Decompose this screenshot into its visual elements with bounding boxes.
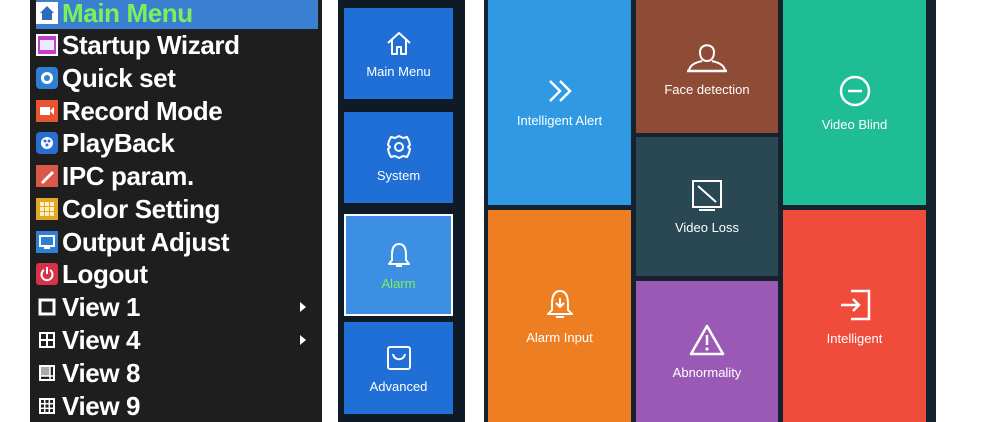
menu-item-startup-wizard[interactable]: Startup Wizard — [36, 29, 318, 61]
tile-intelligent[interactable]: Intelligent — [783, 210, 926, 422]
nav-item-label: Main Menu — [366, 64, 431, 79]
menu-item-label: Startup Wizard — [62, 29, 240, 60]
power-icon — [36, 263, 58, 285]
ipc-param-icon — [36, 165, 58, 187]
menu-item-label: Main Menu — [62, 0, 193, 28]
warning-icon — [689, 324, 725, 356]
alarm-input-icon — [546, 289, 573, 318]
tile-label: Intelligent — [826, 330, 883, 346]
menu-item-label: View 1 — [62, 291, 141, 322]
menu-item-label: View 4 — [62, 324, 141, 355]
wizard-icon — [36, 34, 58, 56]
nav-item-main-menu[interactable]: Main Menu — [344, 8, 453, 99]
menu-item-record-mode[interactable]: Record Mode — [36, 95, 318, 127]
tile-label: Face detection — [664, 82, 750, 97]
menu-item-view-8[interactable]: View 8 — [36, 357, 318, 389]
nav-item-label: Alarm — [381, 275, 416, 291]
record-icon — [36, 100, 58, 122]
tile-label: Alarm Input — [526, 329, 593, 345]
tile-abnormality[interactable]: Abnormality — [636, 281, 778, 422]
submenu-arrow-icon — [300, 335, 306, 345]
menu-item-label: Record Mode — [62, 95, 223, 126]
nav-item-label: Advanced — [369, 378, 428, 394]
menu-item-label: Output Adjust — [62, 226, 230, 257]
menu-item-logout[interactable]: Logout — [36, 258, 318, 290]
menu-item-view-9[interactable]: View 9 — [36, 390, 318, 422]
menu-item-label: PlayBack — [62, 127, 175, 158]
gear-icon — [386, 135, 411, 159]
minus-circle-icon — [839, 75, 870, 107]
submenu-arrow-icon — [300, 302, 306, 312]
menu-item-playback[interactable]: PlayBack — [36, 127, 318, 159]
menu-item-label: Logout — [62, 258, 148, 289]
menu-item-quick-set[interactable]: Quick set — [36, 62, 318, 94]
view-4-icon — [36, 329, 58, 351]
nav-item-system[interactable]: System — [344, 112, 453, 203]
view-1-icon — [36, 296, 58, 318]
menu-item-main-menu[interactable]: Main Menu — [36, 0, 318, 29]
tile-face-detection[interactable]: Face detection — [636, 0, 778, 133]
tile-intelligent-alert[interactable]: Intelligent Alert — [488, 0, 631, 205]
nav-item-alarm[interactable]: Alarm — [344, 214, 453, 316]
tile-label: Video Blind — [821, 117, 888, 132]
color-setting-icon — [36, 198, 58, 220]
menu-item-view-4[interactable]: View 4 — [36, 324, 318, 356]
menu-item-label: Color Setting — [62, 193, 221, 224]
main-menu-panel: Main Menu Startup Wizard Quick set Recor… — [30, 0, 322, 422]
double-chevron-icon — [548, 80, 572, 102]
category-nav: Main Menu System Alarm Advanced — [338, 0, 465, 422]
bag-icon — [386, 345, 411, 370]
nav-item-label: System — [376, 168, 421, 183]
tile-label: Abnormality — [672, 365, 742, 380]
menu-item-label: View 8 — [62, 357, 141, 388]
enter-icon — [840, 289, 870, 320]
menu-item-label: View 9 — [62, 390, 141, 421]
video-loss-icon — [692, 180, 722, 211]
alarm-tiles-grid: Intelligent Alert Face detection Video B… — [484, 0, 936, 422]
quick-set-icon — [36, 67, 58, 89]
tile-video-blind[interactable]: Video Blind — [783, 0, 926, 205]
nav-item-advanced[interactable]: Advanced — [344, 322, 453, 414]
output-adjust-icon — [36, 231, 58, 253]
home-icon — [386, 32, 411, 55]
tile-label: Video Loss — [674, 220, 740, 235]
home-icon — [36, 2, 58, 24]
face-icon — [687, 44, 727, 73]
tile-video-loss[interactable]: Video Loss — [636, 137, 778, 276]
view-8-icon — [36, 362, 58, 384]
playback-icon — [36, 132, 58, 154]
menu-item-color-setting[interactable]: Color Setting — [36, 193, 318, 225]
tile-alarm-input[interactable]: Alarm Input — [488, 210, 631, 422]
menu-item-view-1[interactable]: View 1 — [36, 291, 318, 323]
menu-item-ipc-param[interactable]: IPC param. — [36, 160, 318, 192]
bell-icon — [387, 242, 410, 267]
menu-item-label: Quick set — [62, 62, 176, 93]
tile-label: Intelligent Alert — [516, 113, 603, 128]
view-9-icon — [36, 395, 58, 417]
menu-item-output-adjust[interactable]: Output Adjust — [36, 226, 318, 258]
menu-item-label: IPC param. — [62, 160, 194, 191]
